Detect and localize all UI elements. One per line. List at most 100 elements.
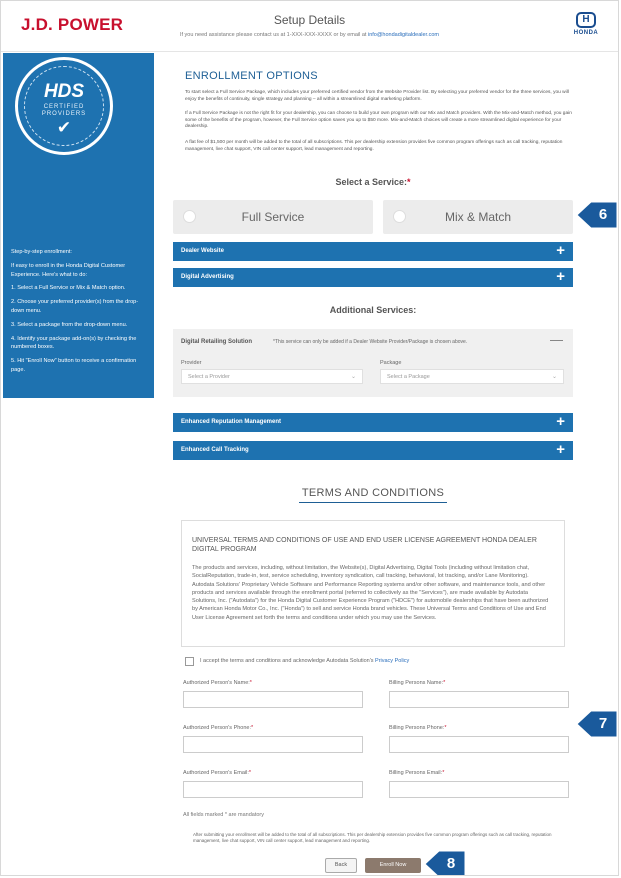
provider-select-value: Select a Provider: [188, 374, 230, 380]
callout-number: 7: [598, 715, 608, 732]
required-mark: *: [443, 680, 446, 686]
badge-line-1: CERTIFIED: [43, 104, 85, 110]
reputation-management-section[interactable]: Enhanced Reputation Management +: [173, 413, 573, 432]
auth-phone-input[interactable]: [183, 736, 363, 753]
agree-label: I accept the terms and conditions and ac…: [200, 658, 409, 664]
package-select[interactable]: Select a Package ⌄: [380, 369, 564, 384]
agree-text: I accept the terms and conditions and ac…: [200, 658, 376, 664]
required-mark: *: [248, 770, 251, 776]
auth-email-label-text: Authorized Person's Email:: [183, 770, 249, 776]
plus-icon[interactable]: +: [556, 442, 565, 458]
provider-select[interactable]: Select a Provider ⌄: [181, 369, 363, 384]
agree-checkbox[interactable]: [185, 657, 194, 666]
required-mark: *: [444, 725, 447, 731]
auth-phone-label: Authorized Person's Phone:*: [183, 725, 253, 731]
full-service-label: Full Service: [241, 210, 305, 224]
chevron-down-icon: ⌄: [551, 374, 557, 380]
billing-name-label: Billing Persons Name:*: [389, 680, 445, 686]
auth-email-input[interactable]: [183, 781, 363, 798]
callout-number: 6: [598, 206, 608, 223]
enrollment-paragraph-1: To start select a Full Service Package, …: [185, 90, 569, 102]
auth-name-label-text: Authorized Person's Name:: [183, 680, 250, 686]
full-service-option[interactable]: Full Service: [173, 200, 373, 234]
step-intro: If easy to enroll in the Honda Digital C…: [11, 262, 126, 278]
terms-heading: UNIVERSAL TERMS AND CONDITIONS OF USE AN…: [192, 537, 537, 553]
digital-advertising-section[interactable]: Digital Advertising +: [173, 268, 573, 287]
badge-title: HDS: [43, 81, 85, 102]
terms-title-text: TERMS AND CONDITIONS: [298, 487, 448, 503]
dealer-website-section[interactable]: Dealer Website +: [173, 242, 573, 261]
mix-match-label: Mix & Match: [444, 210, 511, 224]
step-2: 2. Choose your preferred provider(s) fro…: [11, 299, 139, 314]
hds-certified-badge: HDS CERTIFIED PROVIDERS ✔: [15, 57, 113, 155]
checkmark-icon: ✔: [56, 118, 72, 137]
provider-label: Provider: [181, 360, 202, 366]
page-title: Setup Details: [273, 13, 346, 27]
reputation-management-title: Enhanced Reputation Management: [181, 419, 282, 425]
badge-inner-ring: HDS CERTIFIED PROVIDERS ✔: [24, 66, 104, 146]
contact-email-link[interactable]: info@hondadigitaldealer.com: [368, 32, 439, 38]
minus-icon[interactable]: —: [550, 332, 563, 347]
billing-email-label: Billing Persons Email:*: [389, 770, 444, 776]
contact-line: If you need assistance please contact us…: [1, 32, 618, 38]
callout-number: 8: [446, 855, 456, 872]
select-service-label: Select a Service:*: [173, 177, 573, 187]
enrollment-paragraph-3: A flat fee of $1,500 per month will be a…: [185, 140, 563, 152]
plus-icon[interactable]: +: [556, 269, 565, 285]
footnote: After submitting your enrollment will be…: [193, 832, 552, 844]
terms-body: The products and services, including, wi…: [192, 565, 549, 621]
terms-title: TERMS AND CONDITIONS: [173, 487, 573, 503]
call-tracking-section[interactable]: Enhanced Call Tracking +: [173, 441, 573, 460]
billing-phone-label: Billing Persons Phone:*: [389, 725, 446, 731]
step-heading: Step-by-step enrollment:: [11, 249, 72, 255]
enroll-now-button[interactable]: Enroll Now: [365, 858, 421, 873]
digital-advertising-title: Digital Advertising: [181, 274, 234, 280]
auth-name-input[interactable]: [183, 691, 363, 708]
honda-logo-text: HONDA: [573, 30, 599, 36]
billing-name-label-text: Billing Persons Name:: [389, 680, 444, 686]
billing-email-label-text: Billing Persons Email:: [389, 770, 443, 776]
privacy-policy-link[interactable]: Privacy Policy: [375, 658, 409, 664]
enrollment-paragraph-2: If a Full Service Package is not the rig…: [185, 111, 572, 130]
enrollment-steps: Step-by-step enrollment: If easy to enro…: [11, 248, 149, 380]
auth-name-label: Authorized Person's Name:*: [183, 680, 252, 686]
required-mark: *: [442, 770, 445, 776]
package-select-value: Select a Package: [387, 374, 430, 380]
digital-retailing-note: *This service can only be added if a Dea…: [273, 339, 468, 345]
billing-name-input[interactable]: [389, 691, 569, 708]
mix-match-option[interactable]: Mix & Match: [383, 200, 573, 234]
auth-phone-label-text: Authorized Person's Phone:: [183, 725, 252, 731]
mandatory-note: All fields marked * are mandatory: [183, 812, 265, 818]
callout-6: 6: [577, 202, 617, 228]
package-label: Package: [380, 360, 402, 366]
terms-scrollbox[interactable]: UNIVERSAL TERMS AND CONDITIONS OF USE AN…: [181, 520, 565, 647]
callout-7: 7: [577, 711, 617, 737]
billing-phone-label-text: Billing Persons Phone:: [389, 725, 445, 731]
additional-services-label: Additional Services:: [329, 305, 417, 315]
header: J.D. POWER Setup Details If you need ass…: [1, 1, 618, 52]
enrollment-title: ENROLLMENT OPTIONS: [185, 70, 318, 82]
required-mark: *: [407, 177, 411, 187]
step-4: 4. Identify your package add-on(s) by ch…: [11, 335, 137, 351]
digital-retailing-title: Digital Retailing Solution: [181, 339, 252, 345]
step-1: 1. Select a Full Service or Mix & Match …: [11, 285, 126, 292]
billing-phone-input[interactable]: [389, 736, 569, 753]
contact-text: If you need assistance please contact us…: [179, 32, 368, 38]
chevron-down-icon: ⌄: [350, 374, 356, 380]
plus-icon[interactable]: +: [556, 414, 565, 430]
digital-retailing-panel: Digital Retailing Solution *This service…: [173, 329, 573, 397]
page: J.D. POWER Setup Details If you need ass…: [0, 0, 619, 876]
callout-8: 8: [425, 851, 465, 875]
select-service-text: Select a Service:: [335, 177, 408, 187]
badge-line-2: PROVIDERS: [41, 111, 87, 117]
honda-h-icon: H: [576, 12, 596, 28]
step-5: 5. Hit "Enroll Now" button to receive a …: [11, 358, 137, 373]
billing-email-input[interactable]: [389, 781, 569, 798]
back-button[interactable]: Back: [325, 858, 357, 873]
plus-icon[interactable]: +: [556, 243, 565, 259]
auth-email-label: Authorized Person's Email:*: [183, 770, 251, 776]
required-mark: *: [249, 680, 252, 686]
sidebar: HDS CERTIFIED PROVIDERS ✔ Step-by-step e…: [3, 53, 154, 398]
required-mark: *: [251, 725, 254, 731]
call-tracking-title: Enhanced Call Tracking: [181, 447, 249, 453]
